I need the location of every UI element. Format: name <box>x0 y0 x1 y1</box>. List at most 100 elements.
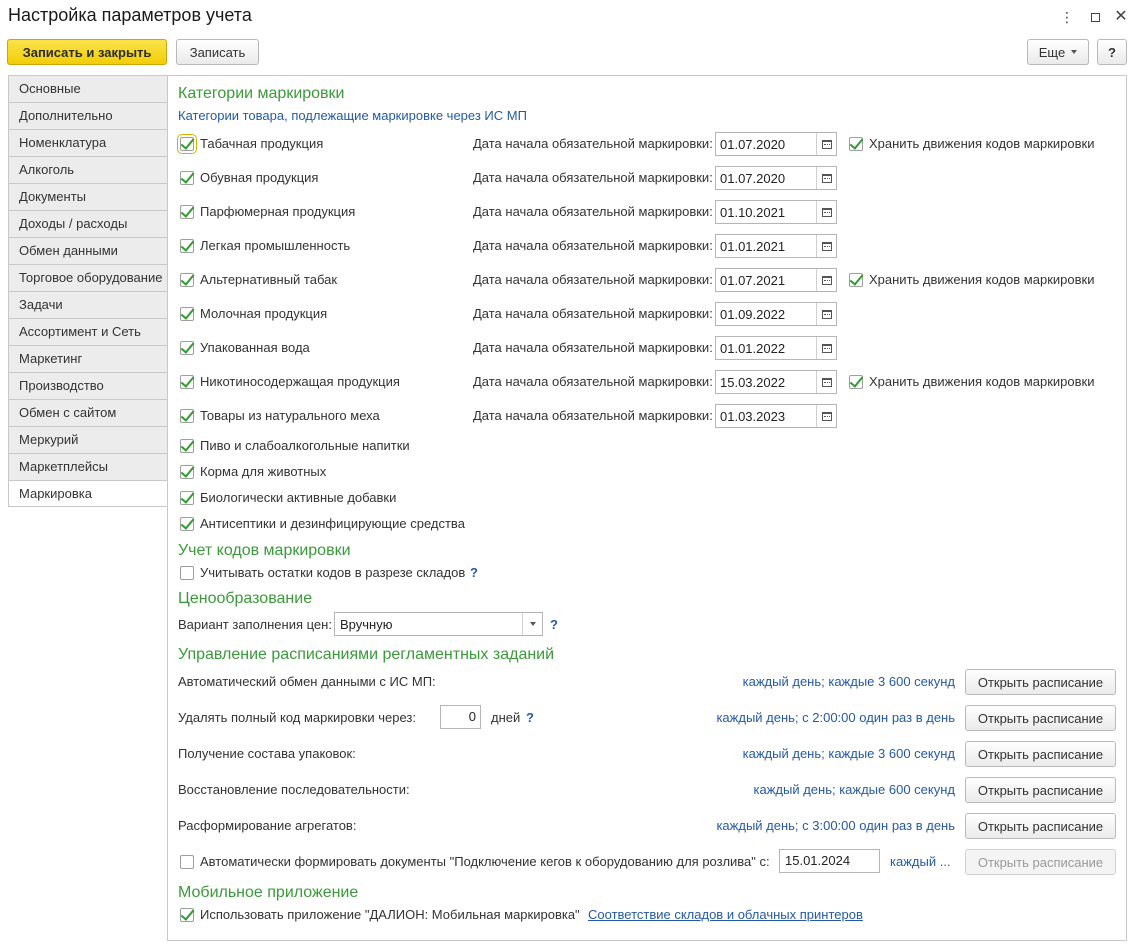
tab-trade-equipment[interactable]: Торговое оборудование <box>8 264 168 291</box>
calendar-icon[interactable] <box>816 133 836 155</box>
chevron-down-icon[interactable] <box>522 613 542 635</box>
store-movements-checkbox[interactable] <box>849 137 863 151</box>
tab-assortment[interactable]: Ассортимент и Сеть <box>8 318 168 345</box>
open-schedule-button[interactable]: Открыть расписание <box>965 777 1116 803</box>
start-date-field[interactable]: 01.01.2022 <box>715 336 837 360</box>
date-label: Дата начала обязательной маркировки: <box>473 408 713 423</box>
category-checkbox[interactable] <box>180 491 194 505</box>
kegs-date-input[interactable]: 15.01.2024 <box>779 849 880 873</box>
tab-data-exchange[interactable]: Обмен данными <box>8 237 168 264</box>
help-icon[interactable]: ? <box>526 710 534 725</box>
tab-alcohol[interactable]: Алкоголь <box>8 156 168 183</box>
tab-marketing[interactable]: Маркетинг <box>8 345 168 372</box>
tab-mercury[interactable]: Меркурий <box>8 426 168 453</box>
chevron-down-icon <box>1071 50 1078 54</box>
more-button[interactable]: Еще <box>1027 39 1089 65</box>
calendar-icon[interactable] <box>816 303 836 325</box>
schedule-link[interactable]: каждый день; каждые 3 600 секунд <box>743 746 955 761</box>
start-date-field[interactable]: 01.03.2023 <box>715 404 837 428</box>
start-date-field[interactable]: 01.01.2021 <box>715 234 837 258</box>
store-movements-checkbox[interactable] <box>849 273 863 287</box>
help-button[interactable]: ? <box>1097 39 1127 65</box>
category-checkbox[interactable] <box>177 134 197 154</box>
schedule-link[interactable]: каждый день; каждые 3 600 секунд <box>743 674 955 689</box>
tab-documents[interactable]: Документы <box>8 183 168 210</box>
price-fill-label: Вариант заполнения цен: <box>178 617 332 632</box>
category-label: Никотиносодержащая продукция <box>200 374 400 389</box>
open-schedule-button[interactable]: Открыть расписание <box>965 813 1116 839</box>
category-label: Альтернативный табак <box>200 272 338 287</box>
price-fill-select[interactable]: Вручную <box>334 612 543 636</box>
pricing-title: Ценообразование <box>178 590 313 607</box>
category-checkbox[interactable] <box>180 409 194 423</box>
category-label: Молочная продукция <box>200 306 328 321</box>
schedule-link[interactable]: каждый день; с 2:00:00 один раз в день <box>716 710 955 725</box>
calendar-icon[interactable] <box>816 337 836 359</box>
category-label: Товары из натурального меха <box>200 408 380 423</box>
mobile-app-checkbox[interactable] <box>180 908 194 922</box>
calendar-icon[interactable] <box>816 371 836 393</box>
mobile-app-title: Мобильное приложение <box>178 884 359 901</box>
calendar-icon[interactable] <box>816 269 836 291</box>
category-label: Биологически активные добавки <box>200 490 397 505</box>
date-label: Дата начала обязательной маркировки: <box>473 272 713 287</box>
open-schedule-button[interactable]: Открыть расписание <box>965 669 1116 695</box>
price-fill-value: Вручную <box>340 616 393 632</box>
schedule-link[interactable]: каждый день; каждые 600 секунд <box>754 782 956 797</box>
open-schedule-button[interactable]: Открыть расписание <box>965 705 1116 731</box>
store-movements-checkbox[interactable] <box>849 375 863 389</box>
open-schedule-button[interactable]: Открыть расписание <box>965 741 1116 767</box>
schedule-task-label: Удалять полный код маркировки через: <box>178 710 416 725</box>
category-checkbox[interactable] <box>180 439 194 453</box>
date-value: 01.01.2021 <box>720 238 786 254</box>
tab-main[interactable]: Основные <box>8 75 168 102</box>
kegs-auto-label: Автоматически формировать документы "Под… <box>200 854 770 869</box>
schedule-link[interactable]: каждый день; с 3:00:00 один раз в день <box>716 818 955 833</box>
start-date-field[interactable]: 15.03.2022 <box>715 370 837 394</box>
start-date-field[interactable]: 01.07.2021 <box>715 268 837 292</box>
category-checkbox[interactable] <box>180 341 194 355</box>
category-checkbox[interactable] <box>180 465 194 479</box>
calendar-icon[interactable] <box>816 405 836 427</box>
schedule-task-label: Получение состава упаковок: <box>178 746 356 761</box>
category-checkbox[interactable] <box>180 375 194 389</box>
tab-tasks[interactable]: Задачи <box>8 291 168 318</box>
start-date-field[interactable]: 01.07.2020 <box>715 166 837 190</box>
warehouse-codes-checkbox[interactable] <box>180 566 194 580</box>
kegs-auto-checkbox[interactable] <box>180 855 194 869</box>
store-movements-label: Хранить движения кодов маркировки <box>869 374 1095 389</box>
tab-additional[interactable]: Дополнительно <box>8 102 168 129</box>
date-label: Дата начала обязательной маркировки: <box>473 340 713 355</box>
tab-marking[interactable]: Маркировка <box>8 480 168 507</box>
help-icon[interactable]: ? <box>550 617 558 632</box>
tab-income-expenses[interactable]: Доходы / расходы <box>8 210 168 237</box>
category-checkbox[interactable] <box>180 273 194 287</box>
start-date-field[interactable]: 01.07.2020 <box>715 132 837 156</box>
days-input[interactable]: 0 <box>440 705 481 729</box>
save-and-close-button[interactable]: Записать и закрыть <box>7 39 167 65</box>
start-date-field[interactable]: 01.09.2022 <box>715 302 837 326</box>
schedule-link[interactable]: каждый ... <box>890 854 951 869</box>
calendar-icon[interactable] <box>816 201 836 223</box>
category-checkbox[interactable] <box>180 205 194 219</box>
open-schedule-button[interactable]: Открыть расписание <box>965 849 1116 875</box>
maximize-icon[interactable] <box>1086 8 1104 26</box>
calendar-icon[interactable] <box>816 235 836 257</box>
date-value: 01.07.2020 <box>720 170 786 186</box>
tab-site-exchange[interactable]: Обмен с сайтом <box>8 399 168 426</box>
close-icon[interactable]: ✕ <box>1112 8 1130 26</box>
days-label: дней <box>491 710 521 725</box>
start-date-field[interactable]: 01.10.2021 <box>715 200 837 224</box>
category-checkbox[interactable] <box>180 517 194 531</box>
calendar-icon[interactable] <box>816 167 836 189</box>
warehouse-printers-link[interactable]: Соответствие складов и облачных принтеро… <box>588 907 863 922</box>
category-checkbox[interactable] <box>180 171 194 185</box>
tab-marketplaces[interactable]: Маркетплейсы <box>8 453 168 480</box>
category-checkbox[interactable] <box>180 307 194 321</box>
save-button[interactable]: Записать <box>176 39 259 65</box>
tab-production[interactable]: Производство <box>8 372 168 399</box>
tab-nomenclature[interactable]: Номенклатура <box>8 129 168 156</box>
more-vert-icon[interactable]: ⋮ <box>1058 8 1076 26</box>
category-checkbox[interactable] <box>180 239 194 253</box>
help-icon[interactable]: ? <box>470 565 478 580</box>
